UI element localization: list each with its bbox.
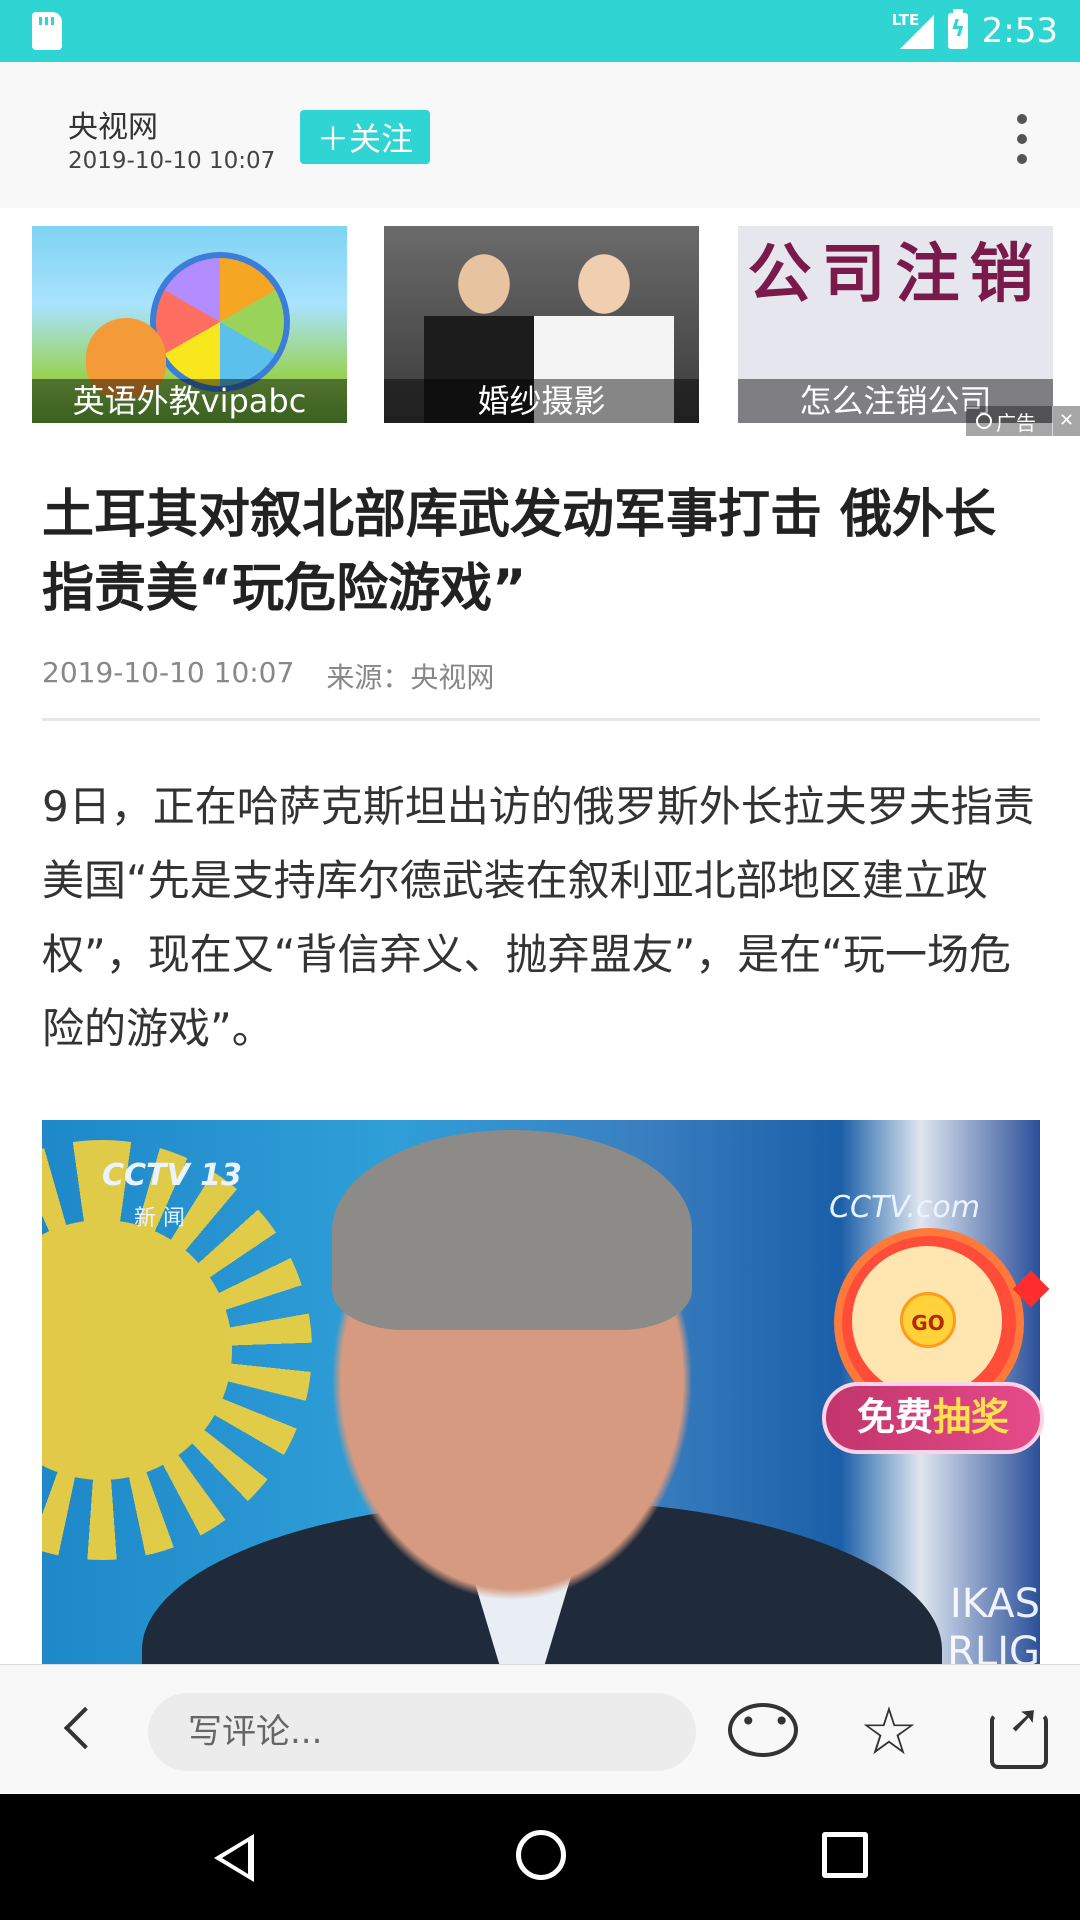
lottery-go-button[interactable]: GO (900, 1292, 956, 1348)
ad-info-icon[interactable] (976, 413, 992, 429)
lottery-banner[interactable]: 免费抽奖 (822, 1382, 1044, 1454)
ad-image-text: 公司注销 (747, 237, 1044, 312)
ad-tile-english[interactable]: 英语外教vipabc (32, 226, 347, 423)
ad-banner-row: 英语外教vipabc 婚纱摄影 公司注销 怎么注销公司 (0, 208, 1080, 438)
ad-caption: 英语外教vipabc (32, 379, 347, 423)
article-time: 2019-10-10 10:07 (42, 656, 295, 689)
lottery-banner-free: 免费 (856, 1395, 933, 1439)
signal-icon: LTE (892, 11, 934, 51)
article-body: 9日，正在哈萨克斯坦出访的俄罗斯外长拉夫罗夫指责美国“先是支持库尔德武装在叙利亚… (42, 782, 1035, 1053)
article-source: 来源：央视网 (326, 661, 495, 694)
article-header: 央视网 2019-10-10 10:07 ＋关注 (0, 62, 1080, 208)
ad-label: 广告 ✕ (966, 406, 1080, 436)
close-icon[interactable]: ✕ (1052, 406, 1080, 436)
follow-button[interactable]: ＋关注 (300, 110, 430, 164)
battery-charging-icon (947, 9, 968, 49)
cctv-com-watermark: CCTV.com (829, 1190, 980, 1225)
comment-bar: 写评论... ☆ (0, 1664, 1080, 1794)
status-right: LTE 2:53 (892, 0, 1058, 62)
divider (42, 718, 1040, 721)
clock: 2:53 (981, 11, 1058, 51)
ad-wheel-graphic (150, 252, 290, 392)
comment-input[interactable]: 写评论... (148, 1693, 696, 1771)
status-bar: LTE 2:53 (0, 0, 1080, 62)
photo-hair (332, 1130, 692, 1330)
lottery-widget[interactable]: GO 免费抽奖 (822, 1228, 1050, 1460)
cctv-watermark-sub: 新 闻 (134, 1206, 185, 1231)
nav-home-icon[interactable] (516, 1830, 566, 1880)
back-arrow-icon[interactable] (56, 1707, 100, 1751)
lottery-banner-draw: 抽奖 (933, 1395, 1010, 1439)
ad-tile-wedding[interactable]: 婚纱摄影 (384, 226, 699, 423)
article-meta: 2019-10-10 10:07 来源：央视网 (42, 656, 494, 696)
source-name[interactable]: 央视网 (68, 102, 158, 146)
ad-label-text: 广告 (996, 410, 1036, 435)
ad-caption: 婚纱摄影 (384, 379, 699, 423)
signal-bars (899, 15, 934, 49)
background-sign-text: IKAS RLIG (947, 1581, 1040, 1670)
sd-card-icon (32, 12, 62, 50)
nav-recents-icon[interactable] (822, 1832, 868, 1878)
source-publish-time: 2019-10-10 10:07 (68, 148, 276, 174)
system-nav-bar (0, 1794, 1080, 1920)
share-icon[interactable] (986, 1697, 1056, 1769)
article-title: 土耳其对叙北部库武发动军事打击 俄外长指责美“玩危险游戏” (42, 485, 997, 619)
comment-icon[interactable] (726, 1699, 798, 1765)
nav-back-icon[interactable] (214, 1834, 254, 1882)
star-icon[interactable]: ☆ (854, 1699, 924, 1765)
ad-tile-company[interactable]: 公司注销 怎么注销公司 (738, 226, 1053, 423)
more-vertical-icon[interactable] (1010, 114, 1034, 164)
cctv-watermark: CCTV 13 (102, 1158, 242, 1193)
